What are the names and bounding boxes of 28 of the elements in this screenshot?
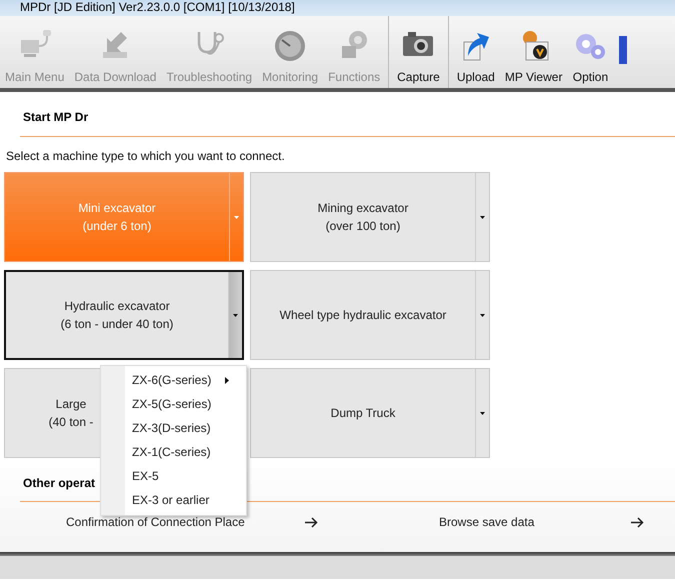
menu-item[interactable]: ZX-1(C-series) [101, 440, 246, 464]
toolbar-button[interactable]: Option [567, 16, 614, 88]
toolbar-icon[interactable] [619, 36, 628, 64]
arrow-right-icon [305, 516, 318, 528]
instruction-text: Select a machine type to which you want to connect. [6, 149, 286, 163]
section-heading: Start MP Dr [23, 110, 90, 126]
operation-link[interactable]: Browse save data [439, 515, 644, 529]
caret-icon[interactable] [233, 314, 238, 316]
toolbar-button[interactable]: Upload [452, 16, 500, 88]
machine-type-button[interactable]: Wheel type hydraulic excavator [250, 270, 490, 360]
machine-type-button[interactable]: Mining excavator (over 100 ton) [250, 172, 490, 262]
section-heading: Other operat [23, 476, 96, 490]
machine-type-button[interactable]: Hydraulic excavator (6 ton - under 40 ton) [4, 270, 244, 360]
menu-item[interactable]: ZX-6(G-series) [101, 368, 246, 392]
menu-item[interactable]: ZX-3(D-series) [101, 416, 246, 440]
machine-type-button[interactable]: Dump Truck [250, 368, 490, 458]
caret-icon[interactable] [480, 216, 485, 218]
toolbar-button[interactable]: MP Viewer [500, 16, 568, 88]
window-title: MPDr [JD Edition] Ver2.23.0.0 [COM1] [10/13/2018] [19, 0, 296, 14]
menu-item[interactable]: ZX-5(G-series) [101, 392, 246, 416]
menu-item[interactable]: EX-5 [101, 464, 246, 488]
menu-item[interactable]: EX-3 or earlier [101, 488, 246, 512]
caret-icon[interactable] [480, 412, 485, 414]
caret-icon[interactable] [480, 314, 485, 316]
submenu-arrow-icon [225, 376, 230, 384]
arrow-right-icon [631, 516, 644, 528]
toolbar-button[interactable]: Capture [392, 16, 445, 88]
operation-link[interactable]: Confirmation of Connection Place [66, 515, 318, 529]
